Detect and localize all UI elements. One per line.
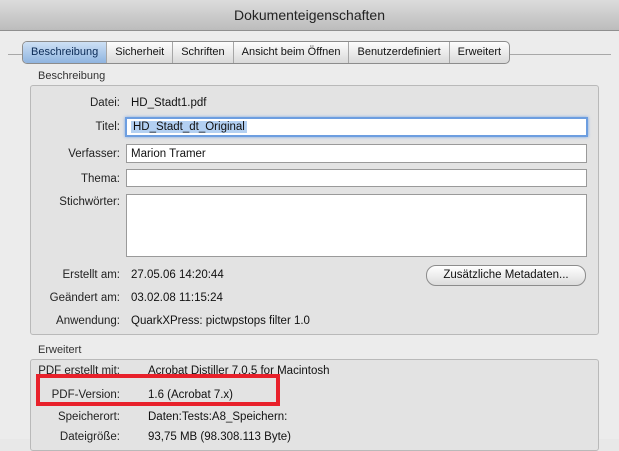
tab-bar: Beschreibung Sicherheit Schriften Ansich… [22, 41, 511, 64]
thema-label: Thema: [81, 173, 120, 185]
anwendung-label: Anwendung: [56, 315, 120, 327]
geaendert-label: Geändert am: [49, 292, 120, 304]
zusaetzliche-metadaten-button[interactable]: Zusätzliche Metadaten... [426, 265, 586, 286]
titel-field-text: HD_Stadt_dt_Original [131, 121, 247, 133]
dateigroesse-value: 93,75 MB (98.308.113 Byte) [148, 431, 291, 443]
verfasser-label: Verfasser: [68, 148, 120, 160]
beschreibung-heading: Beschreibung [38, 70, 106, 82]
stichwoerter-field[interactable] [126, 194, 587, 257]
datei-label: Datei: [89, 97, 120, 109]
highlight-box [36, 374, 280, 406]
dateigroesse-label: Dateigröße: [59, 431, 120, 443]
tab-benutzerdefiniert[interactable]: Benutzerdefiniert [348, 42, 448, 63]
erstellt-label: Erstellt am: [62, 269, 120, 281]
erweitert-heading: Erweitert [38, 344, 82, 356]
speicherort-label: Speicherort: [57, 411, 120, 423]
datei-value: HD_Stadt1.pdf [131, 97, 207, 109]
titel-field[interactable]: HD_Stadt_dt_Original [125, 117, 588, 137]
erstellt-value: 27.05.06 14:20:44 [131, 269, 224, 281]
titel-label: Titel: [95, 121, 121, 133]
thema-field[interactable] [126, 169, 587, 187]
window-title: Dokumenteigenschaften [0, 0, 619, 31]
verfasser-field[interactable]: Marion Tramer [126, 144, 587, 163]
tab-sicherheit[interactable]: Sicherheit [106, 42, 172, 63]
stichwoerter-label: Stichwörter: [59, 196, 120, 208]
speicherort-value: Daten:Tests:A8_Speichern: [148, 411, 288, 423]
tab-ansicht-beim-oeffnen[interactable]: Ansicht beim Öffnen [232, 42, 349, 63]
geaendert-value: 03.02.08 11:15:24 [131, 292, 223, 304]
anwendung-value: QuarkXPress: pictwpstops filter 1.0 [131, 315, 310, 327]
tab-erweitert[interactable]: Erweitert [448, 42, 509, 63]
tab-schriften[interactable]: Schriften [172, 42, 232, 63]
tab-beschreibung[interactable]: Beschreibung [23, 42, 107, 63]
